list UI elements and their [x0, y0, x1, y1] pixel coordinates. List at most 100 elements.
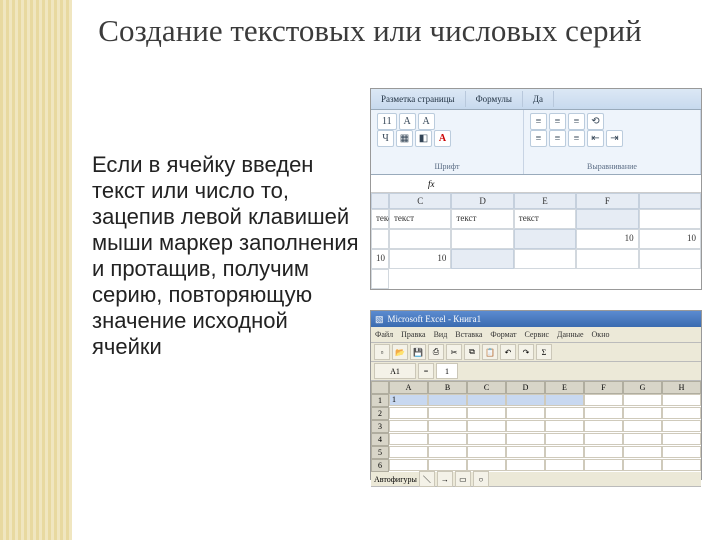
slide-title: Создание текстовых или числовых серий: [40, 12, 700, 49]
cell: [428, 394, 467, 406]
col-header: E: [514, 193, 576, 209]
line-icon: ＼: [419, 471, 435, 487]
row-header: 4: [371, 433, 389, 446]
align-bot-icon: ≡: [568, 113, 585, 130]
cell: [639, 209, 701, 229]
open-icon: 📂: [392, 344, 408, 360]
cell: [506, 394, 545, 406]
fill-icon: ◧: [415, 130, 432, 147]
cell: [584, 394, 623, 406]
body-paragraph: Если в ячейку введен текст или число то,…: [92, 152, 360, 360]
cell: [506, 459, 545, 471]
decrease-font-icon: А: [418, 113, 435, 130]
align-top-icon: ≡: [530, 113, 547, 130]
worksheet-grid: A B C D E F G H 1 1 2 3 4 5 6: [371, 381, 701, 472]
cell: [389, 446, 428, 458]
excel-2003-screenshot: ▧ Microsoft Excel - Книга1 Файл Правка В…: [370, 310, 702, 480]
new-icon: ▫: [374, 344, 390, 360]
cell: [545, 407, 584, 419]
window-title: Microsoft Excel - Книга1: [388, 314, 482, 324]
cell: [451, 229, 513, 249]
autoshapes-label: Автофигуры: [374, 475, 417, 484]
formula-value: 1: [436, 363, 458, 379]
ribbon-group-align: ≡ ≡ ≡ ⟲ ≡ ≡ ≡ ⇤ ⇥ Выравнивание: [524, 110, 701, 174]
cell: [584, 407, 623, 419]
cell: [514, 249, 576, 269]
cell: [662, 407, 701, 419]
cell: [639, 249, 701, 269]
fontsize-selector: 11: [377, 113, 397, 130]
col-header: D: [451, 193, 513, 209]
cell: [576, 249, 638, 269]
cell: [389, 229, 451, 249]
menu-item: Данные: [557, 330, 584, 339]
cell: [389, 459, 428, 471]
col-header: C: [467, 381, 506, 394]
cell: [467, 394, 506, 406]
excel-2007-screenshot: Разметка страницы Формулы Да 11 А А Ч ▦ …: [370, 88, 702, 290]
window-titlebar: ▧ Microsoft Excel - Книга1: [371, 311, 701, 327]
border-icon: ▦: [396, 130, 413, 147]
menu-item: Вставка: [455, 330, 482, 339]
app-icon: ▧: [375, 314, 384, 325]
cell: [662, 446, 701, 458]
ribbon-tabs: Разметка страницы Формулы Да: [371, 89, 701, 110]
cell: [506, 420, 545, 432]
print-icon: ⎙: [428, 344, 444, 360]
corner: [371, 193, 389, 209]
ribbon-body: 11 А А Ч ▦ ◧ А Шрифт ≡ ≡ ≡ ⟲: [371, 110, 701, 175]
row-header: [514, 229, 576, 249]
cell: [467, 459, 506, 471]
col-header: E: [545, 381, 584, 394]
cell: [428, 420, 467, 432]
cell: текст: [389, 209, 451, 229]
arrow-icon: →: [437, 471, 453, 487]
menu-item: Правка: [401, 330, 425, 339]
cell: [428, 446, 467, 458]
align-left-icon: ≡: [530, 130, 547, 147]
undo-icon: ↶: [500, 344, 516, 360]
row-header: [576, 209, 638, 229]
cell: [545, 394, 584, 406]
copy-icon: ⧉: [464, 344, 480, 360]
align-right-icon: ≡: [568, 130, 585, 147]
font-color-icon: А: [434, 130, 451, 147]
col-header: F: [576, 193, 638, 209]
cell: [623, 459, 662, 471]
cell: 1: [389, 394, 428, 406]
cell: [428, 459, 467, 471]
col-header: B: [428, 381, 467, 394]
slide: Создание текстовых или числовых серий Ес…: [0, 0, 720, 540]
cell: [662, 394, 701, 406]
ribbon-group-font: 11 А А Ч ▦ ◧ А Шрифт: [371, 110, 524, 174]
cell: [584, 433, 623, 445]
col-header: G: [623, 381, 662, 394]
cell: [623, 407, 662, 419]
col-header: F: [584, 381, 623, 394]
oval-icon: ○: [473, 471, 489, 487]
menu-bar: Файл Правка Вид Вставка Формат Сервис Да…: [371, 327, 701, 343]
col-header: D: [506, 381, 545, 394]
cell: [467, 420, 506, 432]
cell: [545, 446, 584, 458]
cell: [662, 459, 701, 471]
cell: [506, 446, 545, 458]
cell: [662, 420, 701, 432]
cell: [662, 433, 701, 445]
row-header: [451, 249, 513, 269]
cell: [389, 420, 428, 432]
align-center-icon: ≡: [549, 130, 566, 147]
drawing-toolbar: Автофигуры ＼ → ▭ ○: [371, 472, 701, 487]
row-header: 2: [371, 407, 389, 420]
cell: текст: [514, 209, 576, 229]
cell: [389, 433, 428, 445]
align-mid-icon: ≡: [549, 113, 566, 130]
cell: [506, 407, 545, 419]
col-header: C: [389, 193, 451, 209]
cell: текст: [451, 209, 513, 229]
worksheet-grid: C D E F текст текст текст текст 10 10 10…: [371, 193, 701, 289]
cell: [623, 420, 662, 432]
group-label: Выравнивание: [530, 162, 694, 171]
indent-inc-icon: ⇥: [606, 130, 623, 147]
cell: [506, 433, 545, 445]
